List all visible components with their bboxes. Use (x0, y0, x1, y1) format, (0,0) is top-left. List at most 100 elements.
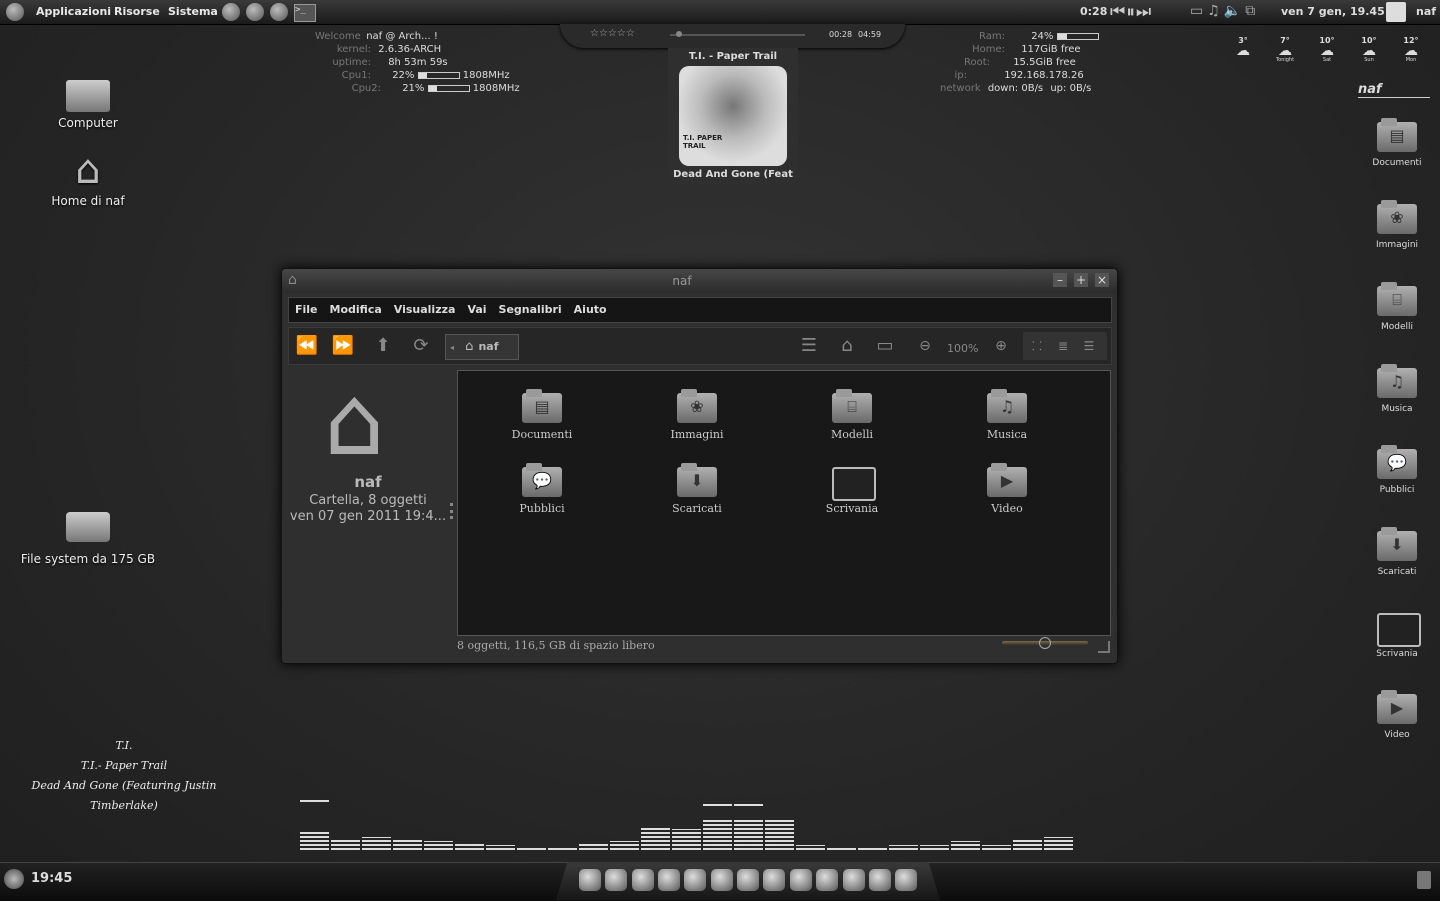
uptime-value: 8h 53m 59s (388, 57, 448, 68)
resize-grip[interactable] (1098, 641, 1110, 653)
zoom-level[interactable]: 100% (947, 342, 978, 355)
next-track-icon[interactable]: ⏭ (1136, 2, 1152, 22)
back-button[interactable]: ⏪ (295, 334, 319, 358)
menu-vai[interactable]: Vai (461, 298, 492, 321)
file-item-modelli[interactable]: ⌸ Modelli (792, 389, 912, 441)
places-scrivania[interactable]: Scrivania (1357, 609, 1437, 659)
weather-day-label: Sun (1364, 57, 1374, 63)
menu-sistema[interactable]: Sistema (162, 0, 224, 24)
rating-stars[interactable]: ☆☆☆☆☆ (590, 28, 635, 39)
home-button[interactable]: ⌂ (835, 334, 859, 358)
window-title: naf (672, 274, 692, 288)
places-immagini[interactable]: ❀ Immagini (1357, 200, 1437, 250)
workspace-icon[interactable]: ⧉ (1245, 3, 1259, 19)
globe-launcher-icon[interactable] (842, 869, 865, 891)
update-launcher-icon[interactable] (605, 869, 628, 891)
visualizer-bar (1044, 837, 1073, 850)
file-item-scaricati[interactable]: ⬇ Scaricati (637, 463, 757, 515)
visualizer-bar (765, 819, 794, 850)
places-documenti[interactable]: ▤ Documenti (1357, 118, 1437, 168)
menu-segnalibri[interactable]: Segnalibri (493, 298, 568, 321)
previous-track-icon[interactable]: ⏮ (1110, 2, 1126, 22)
breadcrumb: ◂ ⌂ naf (445, 334, 519, 360)
terminal-launcher-icon[interactable] (631, 869, 654, 891)
lyrics-album: T.I.- Paper Trail (80, 759, 168, 772)
cloud-rain-icon: ☁ (1236, 43, 1250, 59)
places-musica[interactable]: ♫ Musica (1357, 364, 1437, 414)
file-item-video[interactable]: ▶ Video (947, 463, 1067, 515)
tux-launcher-icon[interactable] (578, 869, 601, 891)
trash-icon[interactable] (1417, 871, 1431, 889)
display-icon[interactable]: ▭ (1190, 3, 1207, 19)
zoom-slider-handle[interactable] (1039, 637, 1051, 649)
pause-icon[interactable]: ⏸ (1126, 2, 1136, 22)
bird-launcher-icon[interactable] (895, 869, 918, 891)
places-scaricati[interactable]: ⬇ Scaricati (1357, 527, 1437, 577)
weather-day: 3° ☁ (1222, 36, 1264, 59)
menu-file[interactable]: File (289, 298, 324, 321)
reload-button[interactable]: ⟳ (409, 334, 433, 358)
up-button[interactable]: ⬆ (371, 334, 395, 358)
update-launcher-icon[interactable] (270, 3, 288, 21)
breadcrumb-home[interactable]: naf (478, 340, 498, 353)
seek-bar[interactable] (670, 34, 805, 36)
conky-system-left: Welcome naf @ Arch... ! kernel: 2.6.36-A… (315, 30, 520, 95)
file-item-musica[interactable]: ♫ Musica (947, 389, 1067, 441)
zoom-out-button[interactable]: ⊖ (913, 334, 937, 358)
mail-launcher-icon[interactable] (246, 3, 264, 21)
desktop-icon-home[interactable]: ⌂ Home di naf (44, 148, 132, 208)
places-video[interactable]: ▶ Video (1357, 690, 1437, 740)
breadcrumb-left-arrow[interactable]: ◂ (450, 343, 454, 352)
user-name[interactable]: naf (1416, 5, 1436, 18)
desktop-icon-label: Computer (58, 116, 118, 130)
file-item-pubblici[interactable]: 💬 Pubblici (482, 463, 602, 515)
volume-icon[interactable]: 🔈 (1224, 3, 1245, 19)
archive-launcher-icon[interactable] (816, 869, 839, 891)
music-icon[interactable]: ♫ (1207, 3, 1224, 19)
forward-button[interactable]: ⏩ (331, 334, 355, 358)
menu-visualizza[interactable]: Visualizza (388, 298, 462, 321)
maximize-button[interactable]: + (1074, 273, 1088, 287)
browser-launcher-icon[interactable] (222, 3, 240, 21)
file-item-scrivania[interactable]: Scrivania (792, 463, 912, 515)
menu-aiuto[interactable]: Aiuto (568, 298, 613, 321)
tools-launcher-icon[interactable] (737, 869, 759, 891)
datetime[interactable]: ven 7 gen, 19.45 (1281, 5, 1385, 18)
location-edit-button[interactable]: ☰ (797, 334, 821, 358)
icon-view-button[interactable]: ⸬ (1025, 334, 1049, 358)
compact-view-button[interactable]: ☰ (1077, 334, 1101, 358)
arch-logo-icon[interactable] (6, 3, 24, 21)
mail-launcher-icon[interactable] (657, 869, 680, 891)
gimp-launcher-icon[interactable] (710, 869, 733, 891)
menu-applicazioni[interactable]: Applicazioni (30, 0, 117, 24)
file-item-documenti[interactable]: ▤ Documenti (482, 389, 602, 441)
desktop-icon-computer[interactable]: Computer (48, 80, 128, 130)
menu-risorse[interactable]: Risorse (108, 0, 166, 24)
desktop-icon-filesystem[interactable]: File system da 175 GB (16, 512, 160, 566)
file-item-immagini[interactable]: ❀ Immagini (637, 389, 757, 441)
list-view-button[interactable]: ≣ (1051, 334, 1075, 358)
places-modelli[interactable]: ⌸ Modelli (1357, 282, 1437, 332)
package-launcher-icon[interactable] (868, 869, 891, 891)
monitor-launcher-icon[interactable] (789, 869, 812, 891)
folder-pictures-icon: ❀ (677, 389, 717, 423)
user-avatar[interactable] (1386, 2, 1406, 22)
seek-handle[interactable] (676, 31, 682, 37)
total-time: 04:59 (858, 30, 882, 39)
places-pubblici[interactable]: 💬 Pubblici (1357, 445, 1437, 495)
chat-launcher-icon[interactable] (684, 869, 707, 891)
minimize-button[interactable]: – (1053, 273, 1067, 287)
window-titlebar[interactable]: ⌂ naf – + × (282, 269, 1117, 293)
desktop-folder-icon (832, 463, 876, 501)
computer-button[interactable]: ▭ (873, 334, 897, 358)
weather-day: 7° ☁ Tonight (1264, 36, 1306, 63)
pane-resize-handle[interactable] (450, 503, 456, 519)
zoom-in-button[interactable]: ⊕ (989, 334, 1013, 358)
close-button[interactable]: × (1095, 273, 1109, 287)
terminal-launcher-icon[interactable]: >_ (294, 4, 316, 22)
power-icon[interactable] (4, 869, 24, 889)
menu-modifica[interactable]: Modifica (324, 298, 388, 321)
filezilla-launcher-icon[interactable] (763, 869, 786, 891)
cloud-rain-icon: ☁ (1404, 43, 1418, 59)
visualizer-bar (889, 845, 918, 850)
